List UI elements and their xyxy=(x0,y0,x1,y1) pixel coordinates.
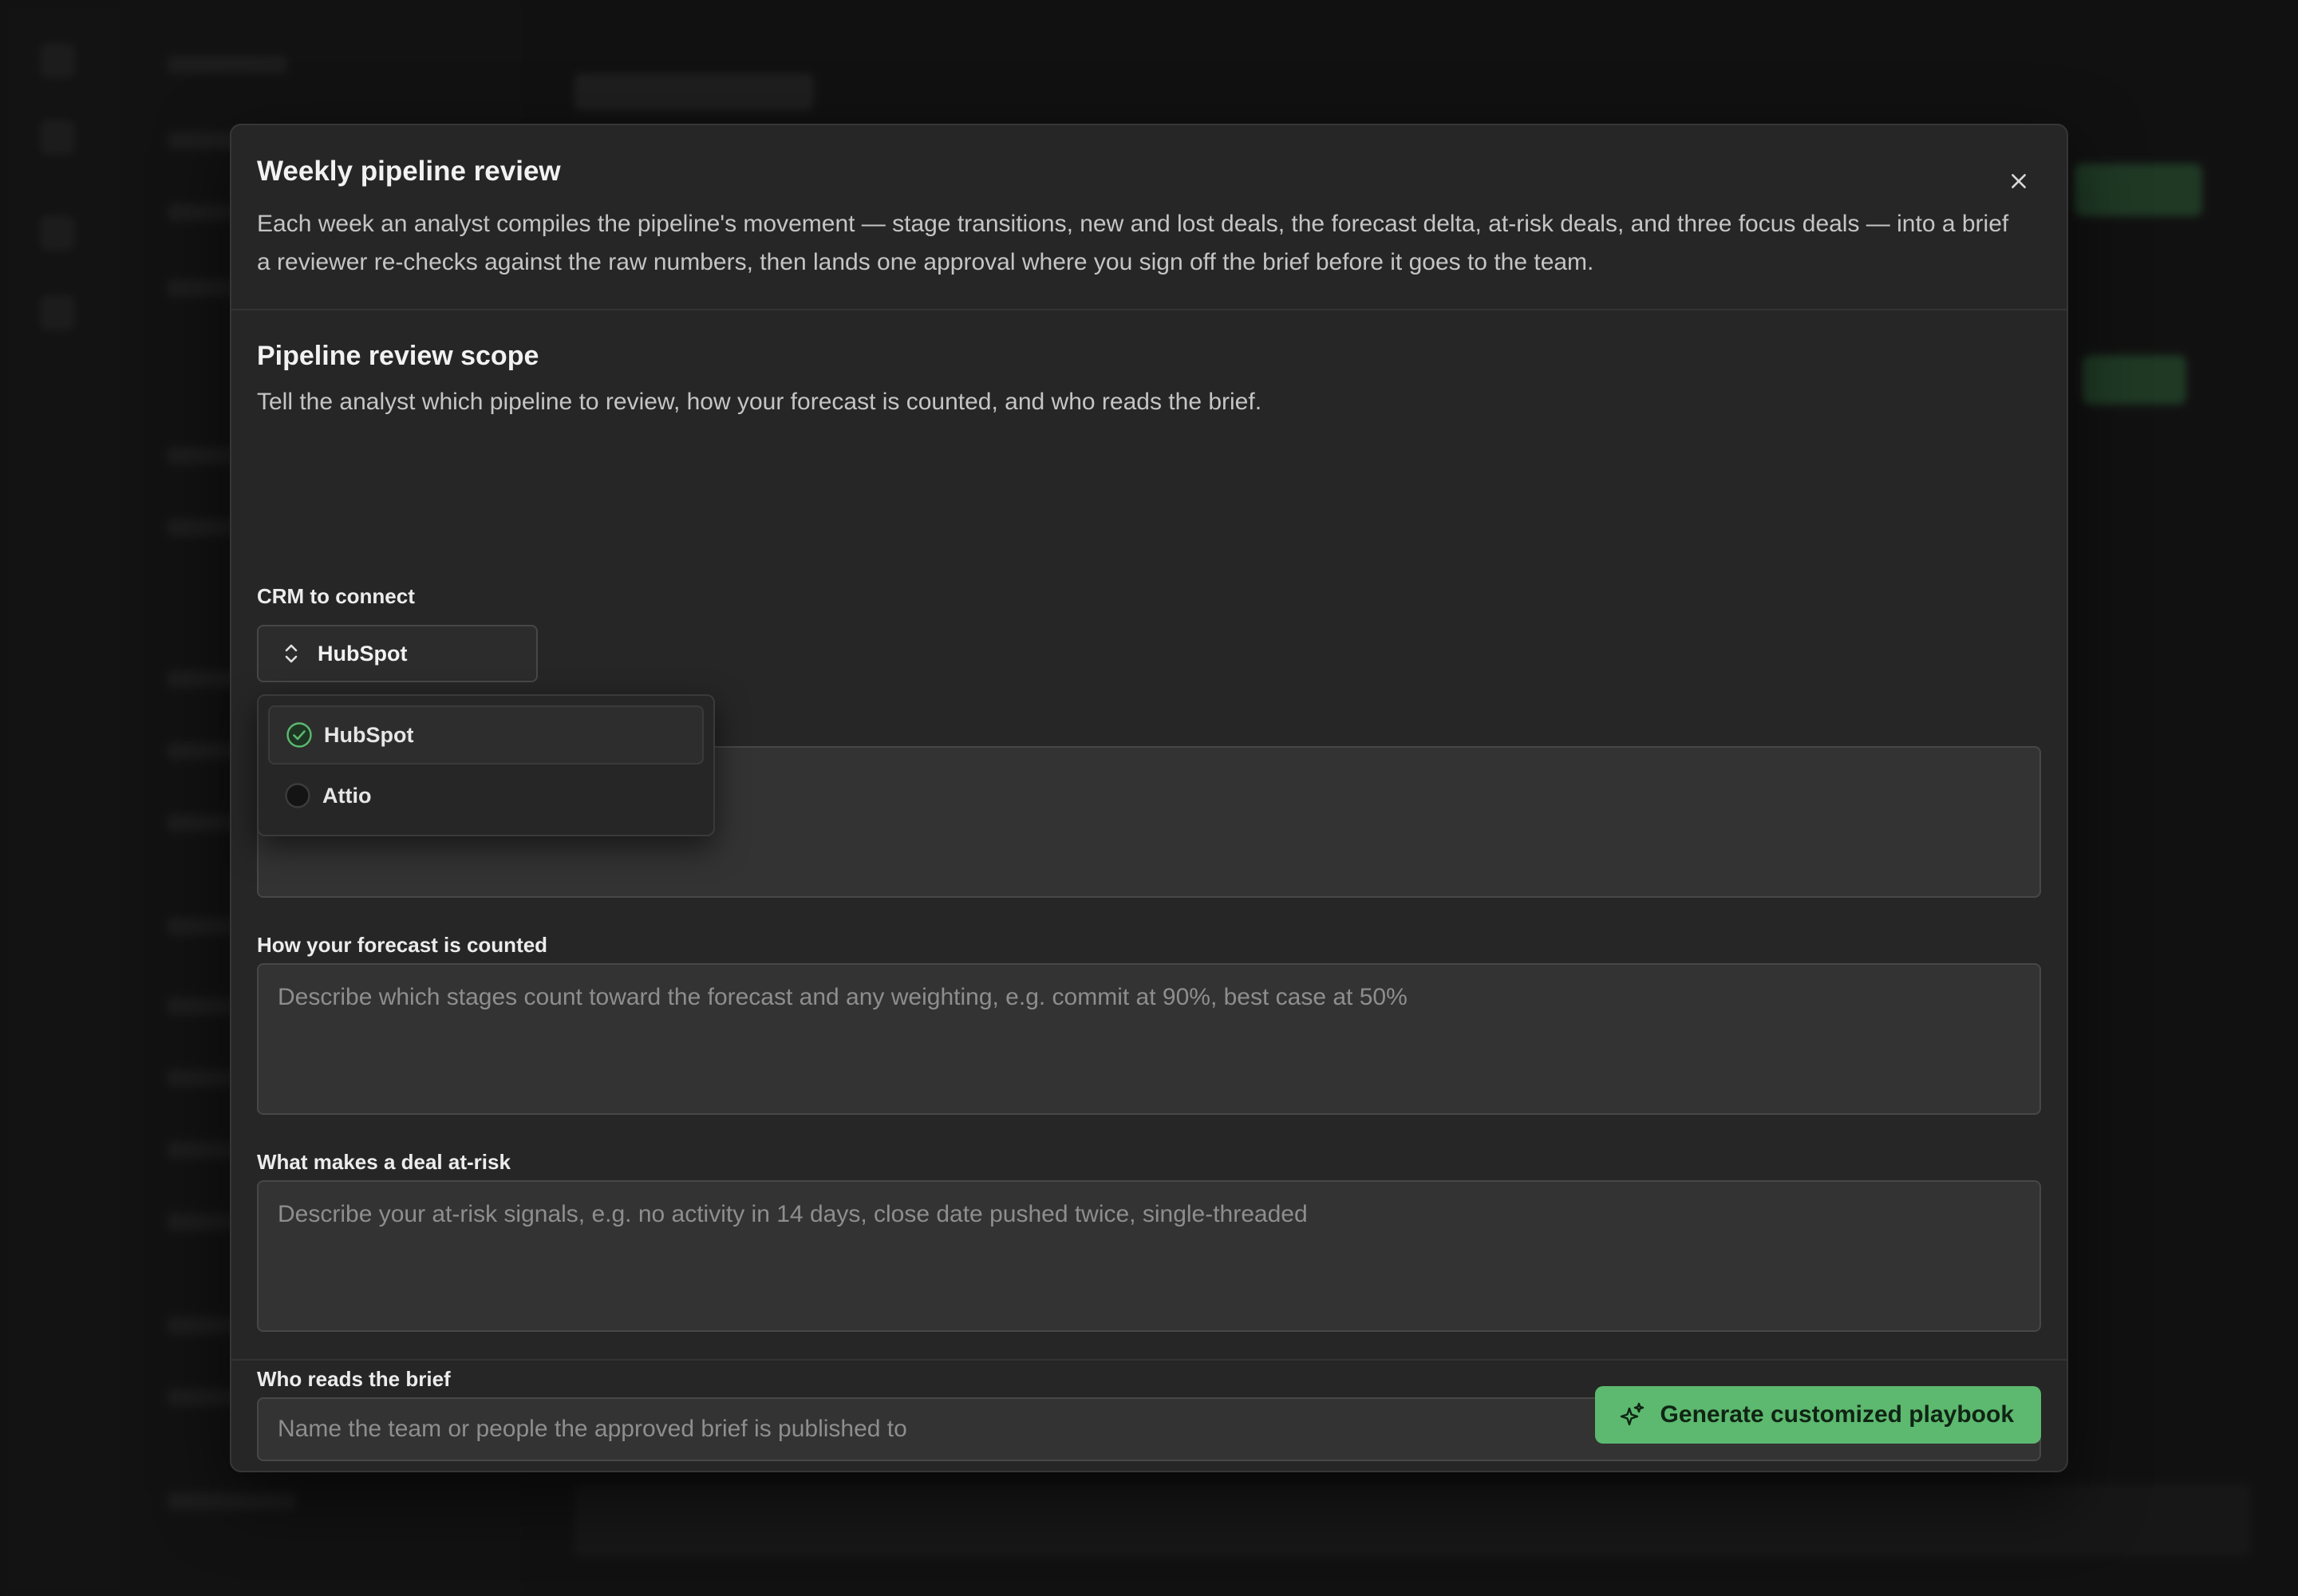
crm-dropdown-menu: HubSpot Attio xyxy=(257,694,715,836)
check-circle-icon xyxy=(286,721,313,749)
crm-select[interactable]: HubSpot xyxy=(257,625,538,682)
playbook-modal: Weekly pipeline review Each week an anal… xyxy=(230,124,2068,1472)
crm-select-value: HubSpot xyxy=(318,641,408,666)
radio-empty-icon xyxy=(284,782,311,809)
section-subtitle: Tell the analyst which pipeline to revie… xyxy=(257,389,1262,415)
generate-playbook-label: Generate customized playbook xyxy=(1660,1401,2014,1428)
at-risk-label: What makes a deal at-risk xyxy=(257,1150,511,1174)
crm-option-attio[interactable]: Attio xyxy=(268,766,704,825)
forecast-field[interactable] xyxy=(257,963,2041,1115)
at-risk-field[interactable] xyxy=(257,1180,2041,1332)
sparkles-icon xyxy=(1619,1401,1646,1428)
modal-footer: Generate customized playbook xyxy=(231,1359,2067,1471)
close-icon xyxy=(2012,174,2026,188)
modal-description: Each week an analyst compiles the pipeli… xyxy=(257,211,2009,275)
crm-option-label: Attio xyxy=(322,783,372,808)
crm-label: CRM to connect xyxy=(257,584,415,608)
modal-header: Weekly pipeline review Each week an anal… xyxy=(231,125,2067,310)
background-nav-rail xyxy=(0,0,120,1596)
forecast-label: How your forecast is counted xyxy=(257,933,548,957)
generate-playbook-button[interactable]: Generate customized playbook xyxy=(1594,1386,2041,1444)
crm-option-label: HubSpot xyxy=(324,722,414,747)
modal-title: Weekly pipeline review xyxy=(257,156,561,187)
close-button[interactable] xyxy=(1998,160,2039,202)
chevron-up-down-icon xyxy=(281,642,302,666)
section-title: Pipeline review scope xyxy=(257,341,539,371)
crm-option-hubspot[interactable]: HubSpot xyxy=(268,705,704,764)
